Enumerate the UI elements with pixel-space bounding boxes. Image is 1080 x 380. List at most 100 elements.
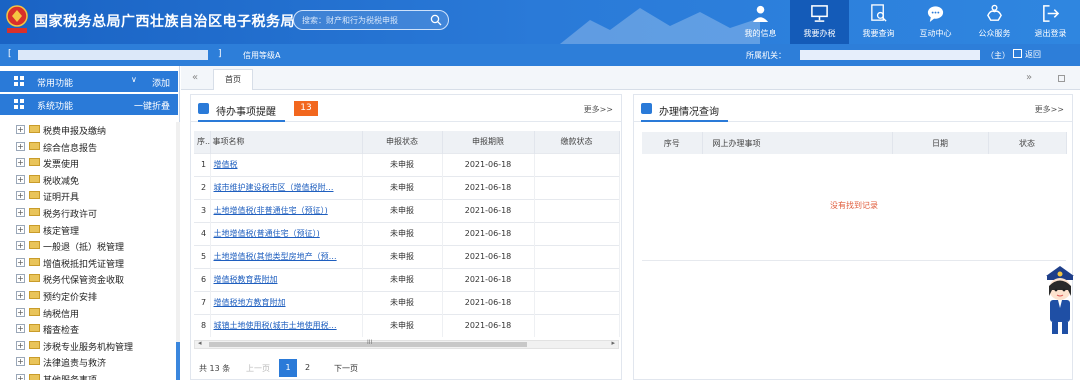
nav-do-tax[interactable]: 我要办税 xyxy=(790,0,849,44)
scroll-left-arrow-icon[interactable]: ◂ xyxy=(198,339,202,347)
item-link[interactable]: 增值税地方教育附加 xyxy=(214,298,286,307)
sidebar-scrollbar[interactable] xyxy=(176,122,180,380)
tree-item[interactable]: + 税务行政许可 xyxy=(0,205,178,221)
tree-item[interactable]: + 发票使用 xyxy=(0,155,178,171)
folder-icon xyxy=(29,241,40,250)
expand-icon[interactable]: + xyxy=(16,141,25,151)
query-more-link[interactable]: 更多>> xyxy=(1035,104,1064,115)
system-functions-header[interactable]: 系统功能 一键折叠 xyxy=(0,94,178,115)
assistant-mascot-icon[interactable] xyxy=(1040,262,1080,338)
table-row[interactable]: 8 城镇土地使用税(城市土地使用税… 未申报 2021-06-18 xyxy=(194,313,620,337)
tab-home[interactable]: 首页 xyxy=(213,69,253,90)
col-header[interactable]: 网上办理事项 xyxy=(702,132,893,154)
col-header[interactable]: 序号 xyxy=(642,132,703,154)
search-box[interactable] xyxy=(293,10,449,30)
item-link[interactable]: 增值税教育费附加 xyxy=(214,275,278,284)
maximize-icon[interactable] xyxy=(1058,75,1065,82)
tree-item[interactable]: + 纳税信用 xyxy=(0,305,178,321)
common-functions-header[interactable]: 常用功能 ∨ 添加 xyxy=(0,71,178,92)
table-row[interactable]: 3 土地增值税(非普通住宅（预征）) 未申报 2021-06-18 xyxy=(194,198,620,222)
table-row[interactable]: 4 土地增值税(普通住宅（预征）) 未申报 2021-06-18 xyxy=(194,221,620,245)
row-pay-status xyxy=(534,152,620,176)
nav-my-info[interactable]: 我的信息 xyxy=(731,0,790,44)
tree-item[interactable]: + 其他服务事项 xyxy=(0,371,178,380)
page-1-button[interactable]: 1 xyxy=(279,359,297,377)
grid-icon xyxy=(14,99,25,110)
tree-item[interactable]: + 稽查检查 xyxy=(0,321,178,337)
expand-icon[interactable]: + xyxy=(16,340,25,350)
horizontal-scrollbar[interactable]: ◂ III ▸ xyxy=(194,339,619,349)
nav-public-service[interactable]: 公众服务 xyxy=(965,0,1024,44)
page-2-button[interactable]: 2 xyxy=(305,363,310,372)
expand-icon[interactable]: + xyxy=(16,374,25,380)
row-pay-status xyxy=(534,290,620,314)
tree-item[interactable]: + 法律追责与救济 xyxy=(0,354,178,370)
add-button[interactable]: 添加 xyxy=(152,76,170,89)
col-header[interactable]: 事项名称 xyxy=(210,131,363,153)
tree-item[interactable]: + 综合信息报告 xyxy=(0,139,178,155)
scroll-thumb[interactable] xyxy=(176,342,180,380)
expand-icon[interactable]: + xyxy=(16,357,25,367)
nav-logout[interactable]: 退出登录 xyxy=(1021,0,1080,44)
tree-item[interactable]: + 税费申报及缴纳 xyxy=(0,122,178,138)
expand-icon[interactable]: + xyxy=(16,274,25,284)
nav-interaction[interactable]: 互动中心 xyxy=(906,0,965,44)
search-input[interactable] xyxy=(302,13,426,28)
col-header[interactable]: 申报期限 xyxy=(442,131,535,153)
tree-item[interactable]: + 证明开具 xyxy=(0,188,178,204)
expand-icon[interactable]: + xyxy=(16,158,25,168)
table-row[interactable]: 1 增值税 未申报 2021-06-18 xyxy=(194,152,620,176)
expand-icon[interactable]: + xyxy=(16,291,25,300)
item-link[interactable]: 土地增值税(非普通住宅（预征）) xyxy=(214,206,328,215)
expand-icon[interactable]: + xyxy=(16,174,25,184)
item-link[interactable]: 增值税 xyxy=(214,160,238,169)
expand-icon[interactable]: + xyxy=(16,324,25,334)
table-row[interactable]: 2 城市维护建设税市区（增值税附… 未申报 2021-06-18 xyxy=(194,175,620,199)
nav-query[interactable]: 我要查询 xyxy=(849,0,908,44)
col-header[interactable]: 序.. xyxy=(194,131,211,153)
tree-item[interactable]: + 税收减免 xyxy=(0,172,178,188)
back-button[interactable]: 返回 xyxy=(1013,49,1041,60)
collapse-all-button[interactable]: 一键折叠 xyxy=(134,99,170,112)
org-label: 所属机关： xyxy=(746,51,786,60)
col-header[interactable]: 状态 xyxy=(988,132,1067,154)
row-pay-status xyxy=(534,313,620,337)
expand-icon[interactable]: + xyxy=(16,125,25,134)
expand-icon[interactable]: + xyxy=(16,191,25,201)
expand-icon[interactable]: + xyxy=(16,307,25,317)
tree-item[interactable]: + 预约定价安排 xyxy=(0,288,178,304)
col-header[interactable]: 日期 xyxy=(892,132,989,154)
expand-icon[interactable]: + xyxy=(16,257,25,267)
tree-item[interactable]: + 涉税专业服务机构管理 xyxy=(0,338,178,354)
great-wall-decoration xyxy=(560,8,760,44)
scroll-right-icon[interactable]: » xyxy=(1026,72,1032,83)
redacted-org-name[interactable] xyxy=(800,50,980,60)
item-link[interactable]: 土地增值税(其他类型房地产（预… xyxy=(214,252,337,261)
col-header[interactable]: 申报状态 xyxy=(362,131,443,153)
scroll-left-icon[interactable]: « xyxy=(192,72,198,83)
tree-item-label: 税费申报及缴纳 xyxy=(43,127,107,137)
scroll-right-arrow-icon[interactable]: ▸ xyxy=(611,339,615,347)
prev-page-button[interactable]: 上一页 xyxy=(246,363,270,374)
item-link[interactable]: 城镇土地使用税(城市土地使用税… xyxy=(214,321,337,330)
table-row[interactable]: 5 土地增值税(其他类型房地产（预… 未申报 2021-06-18 xyxy=(194,244,620,268)
search-icon[interactable] xyxy=(430,14,442,26)
todo-title: 待办事项提醒 xyxy=(216,107,276,118)
item-link[interactable]: 土地增值税(普通住宅（预征）) xyxy=(214,229,320,238)
tree-item[interactable]: + 一般退（抵）税管理 xyxy=(0,238,178,254)
chevron-down-icon[interactable]: ∨ xyxy=(131,75,137,84)
row-seq: 4 xyxy=(194,221,211,245)
item-link[interactable]: 城市维护建设税市区（增值税附… xyxy=(214,183,334,192)
todo-more-link[interactable]: 更多>> xyxy=(584,104,613,115)
expand-icon[interactable]: + xyxy=(16,208,25,217)
tree-item[interactable]: + 核定管理 xyxy=(0,222,178,238)
col-header[interactable]: 缴款状态 xyxy=(534,131,620,153)
next-page-button[interactable]: 下一页 xyxy=(334,363,358,374)
chat-icon xyxy=(927,6,944,23)
table-row[interactable]: 6 增值税教育费附加 未申报 2021-06-18 xyxy=(194,267,620,291)
expand-icon[interactable]: + xyxy=(16,241,25,251)
tree-item[interactable]: + 税务代保管资金收取 xyxy=(0,271,178,287)
table-row[interactable]: 7 增值税地方教育附加 未申报 2021-06-18 xyxy=(194,290,620,314)
tree-item[interactable]: + 增值税抵扣凭证管理 xyxy=(0,255,178,271)
expand-icon[interactable]: + xyxy=(16,224,25,234)
